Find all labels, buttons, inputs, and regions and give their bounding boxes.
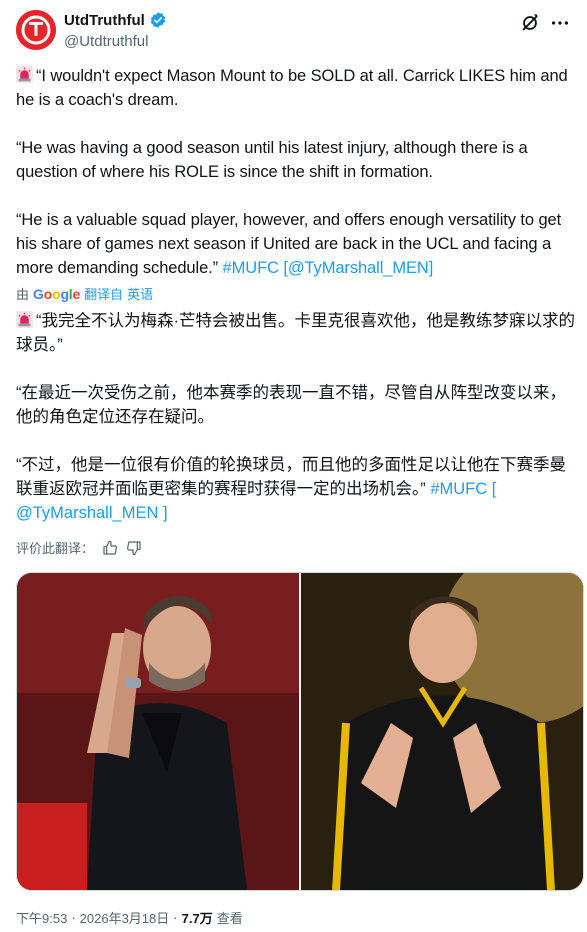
mention-link[interactable]: @TyMarshall_MEN: [16, 504, 158, 522]
verified-badge-icon: [150, 12, 165, 28]
translated-paragraph-2: “在最近一次受伤之前，他本赛季的表现一直不错，尽管自从阵型改变以来，他的角色定位…: [16, 384, 566, 426]
translated-from-label[interactable]: 翻译自: [84, 284, 123, 303]
tweet-meta: 下午9:53 · 2026年3月18日 · 7.7万 查看: [16, 908, 243, 927]
source-language[interactable]: 英语: [127, 284, 153, 303]
photo-mount[interactable]: [301, 573, 583, 890]
views-label: 查看: [216, 911, 243, 926]
tweet-paragraph-1: “I wouldn't expect Mason Mount to be SOL…: [16, 67, 573, 109]
siren-emoji-icon: [16, 311, 33, 328]
photo-illustration: [301, 573, 583, 890]
tweet-text: “I wouldn't expect Mason Mount to be SOL…: [16, 64, 576, 280]
media-grid: [16, 572, 584, 891]
display-name[interactable]: UtdTruthful: [64, 12, 145, 29]
utd-logo-icon: [16, 10, 56, 50]
hashtag-link[interactable]: #MUFC: [223, 259, 279, 277]
tweet-time[interactable]: 下午9:53: [16, 908, 67, 927]
meta-separator: ·: [71, 910, 76, 925]
tweet-paragraph-2: “He was having a good season until his l…: [16, 139, 533, 181]
translated-paragraph-1: “我完全不认为梅森·芒特会被出售。卡里克很喜欢他，他是教练梦寐以求的球员。”: [16, 312, 575, 354]
tweet-date[interactable]: 2026年3月18日: [80, 908, 170, 927]
thumb-up-icon[interactable]: [102, 540, 118, 556]
google-logo: Google: [33, 285, 81, 302]
handle[interactable]: @Utdtruthful: [64, 33, 148, 50]
photo-illustration: [17, 573, 299, 890]
more-icon[interactable]: [549, 12, 571, 34]
translated-by-prefix: 由: [16, 287, 30, 302]
translated-text: “我完全不认为梅森·芒特会被出售。卡里克很喜欢他，他是教练梦寐以求的球员。” “…: [16, 309, 576, 525]
mention-link[interactable]: @TyMarshall_MEN: [288, 259, 429, 277]
avatar[interactable]: [16, 10, 56, 50]
mention-close-bracket: ]: [162, 504, 168, 522]
thumb-down-icon[interactable]: [126, 540, 142, 556]
siren-emoji-icon: [16, 66, 33, 83]
meta-separator: ·: [173, 910, 178, 925]
translated-by: 由 Google 翻译自 英语: [16, 284, 153, 303]
hashtag-link[interactable]: #MUFC: [430, 480, 487, 498]
mention-open-bracket: [: [491, 480, 497, 498]
rate-translation-label: 评价此翻译：: [16, 541, 95, 556]
views-count: 7.7万: [181, 911, 213, 926]
rate-translation: 评价此翻译：: [16, 538, 142, 557]
grok-icon[interactable]: [519, 12, 541, 34]
tweet-header: UtdTruthful @Utdtruthful: [16, 10, 571, 54]
mention-close-bracket: ]: [428, 259, 434, 277]
photo-carrick[interactable]: [17, 573, 299, 890]
